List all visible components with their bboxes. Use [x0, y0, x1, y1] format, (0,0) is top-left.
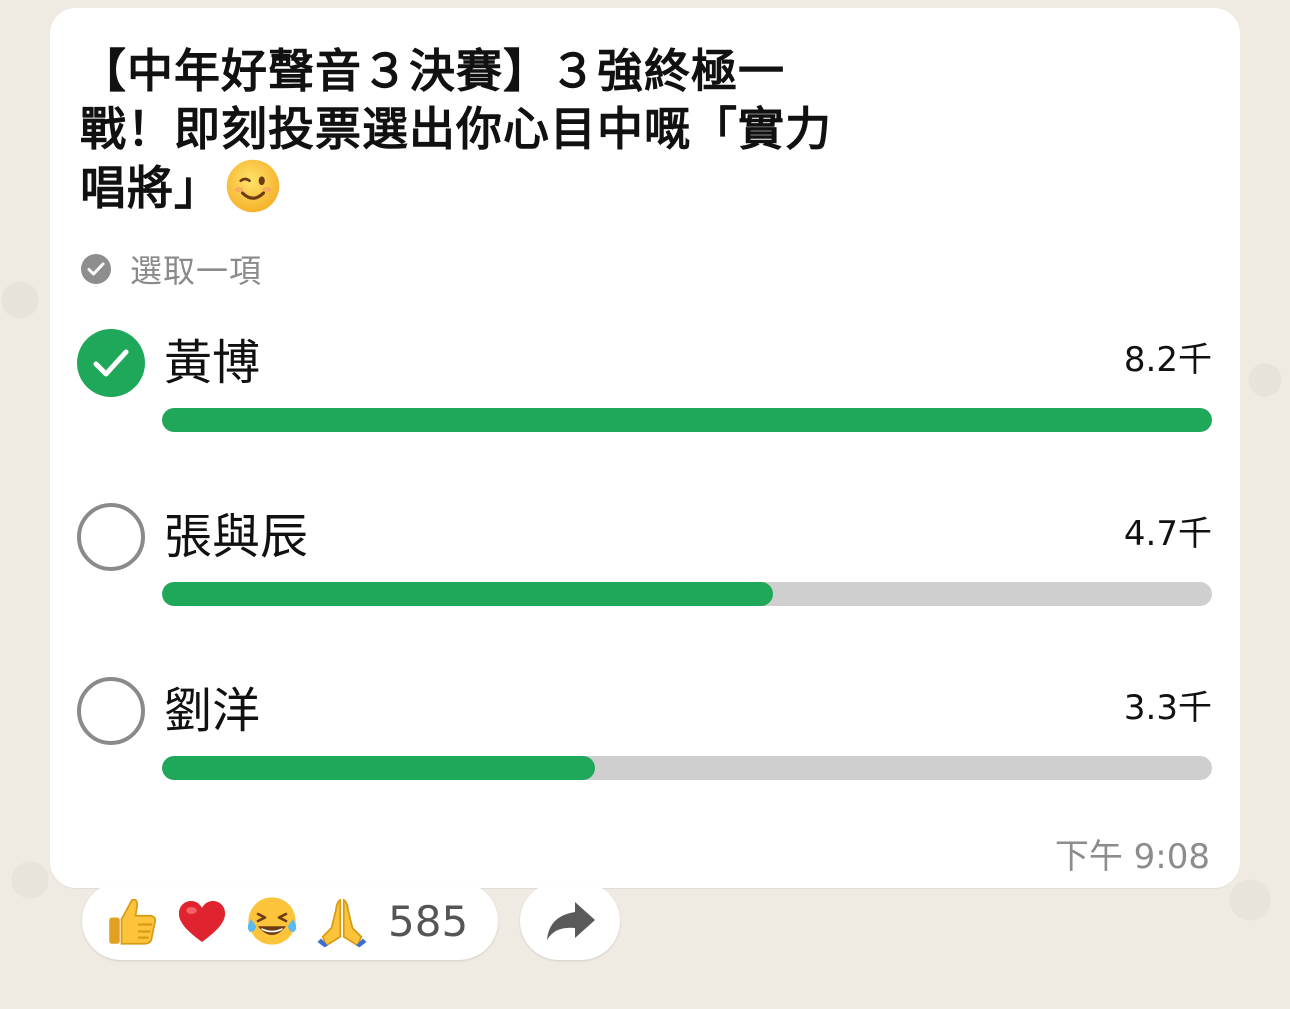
- poll-option-label: 劉洋: [164, 683, 261, 739]
- forward-arrow-icon: [547, 902, 595, 940]
- heart-icon: [178, 901, 226, 942]
- poll-option-bar: [162, 582, 1212, 606]
- poll-option-1[interactable]: 黃博 8.2千: [76, 328, 1216, 458]
- message-timestamp: 下午 9:08: [1054, 837, 1210, 877]
- poll-option-label: 張與辰: [164, 509, 309, 565]
- radio-unselected-icon[interactable]: [76, 502, 146, 572]
- folded-hands-icon: [317, 898, 367, 948]
- poll-message-bubble: 【中年好聲音３決賽】３強終極一戰！即刻投票選出你心目中嘅「實力唱將」 選取一項: [50, 8, 1240, 888]
- poll-option-2[interactable]: 張與辰 4.7千: [76, 502, 1216, 632]
- poll-question: 【中年好聲音３決賽】３強終極一戰！即刻投票選出你心目中嘅「實力唱將」: [80, 42, 840, 217]
- poll-option-label: 黃博: [164, 335, 261, 391]
- select-one-hint: 選取一項: [80, 244, 262, 294]
- poll-option-bar-fill: [162, 582, 774, 606]
- poll-option-3[interactable]: 劉洋 3.3千: [76, 676, 1216, 806]
- poll-option-vote-count[interactable]: 3.3千: [1124, 688, 1212, 728]
- poll-option-bar: [162, 408, 1212, 432]
- poll-option-vote-count[interactable]: 4.7千: [1124, 514, 1212, 554]
- radio-unselected-icon[interactable]: [76, 676, 146, 746]
- reactions-pill[interactable]: 585: [82, 882, 498, 960]
- winking-face-icon: [226, 159, 280, 213]
- poll-option-vote-count[interactable]: 8.2千: [1124, 340, 1212, 380]
- thumbs-up-icon: [109, 898, 157, 945]
- laughing-tears-icon: [247, 897, 297, 945]
- select-one-label: 選取一項: [130, 252, 263, 290]
- checked-radio-icon[interactable]: [76, 328, 146, 398]
- poll-option-bar: [162, 756, 1212, 780]
- poll-option-bar-fill: [162, 756, 595, 780]
- reaction-count: 585: [388, 896, 469, 946]
- poll-question-text: 【中年好聲音３決賽】３強終極一戰！即刻投票選出你心目中嘅「實力唱將」: [80, 44, 832, 215]
- forward-button[interactable]: [520, 882, 620, 960]
- check-circle-icon: [81, 254, 111, 284]
- poll-option-bar-fill: [162, 408, 1212, 432]
